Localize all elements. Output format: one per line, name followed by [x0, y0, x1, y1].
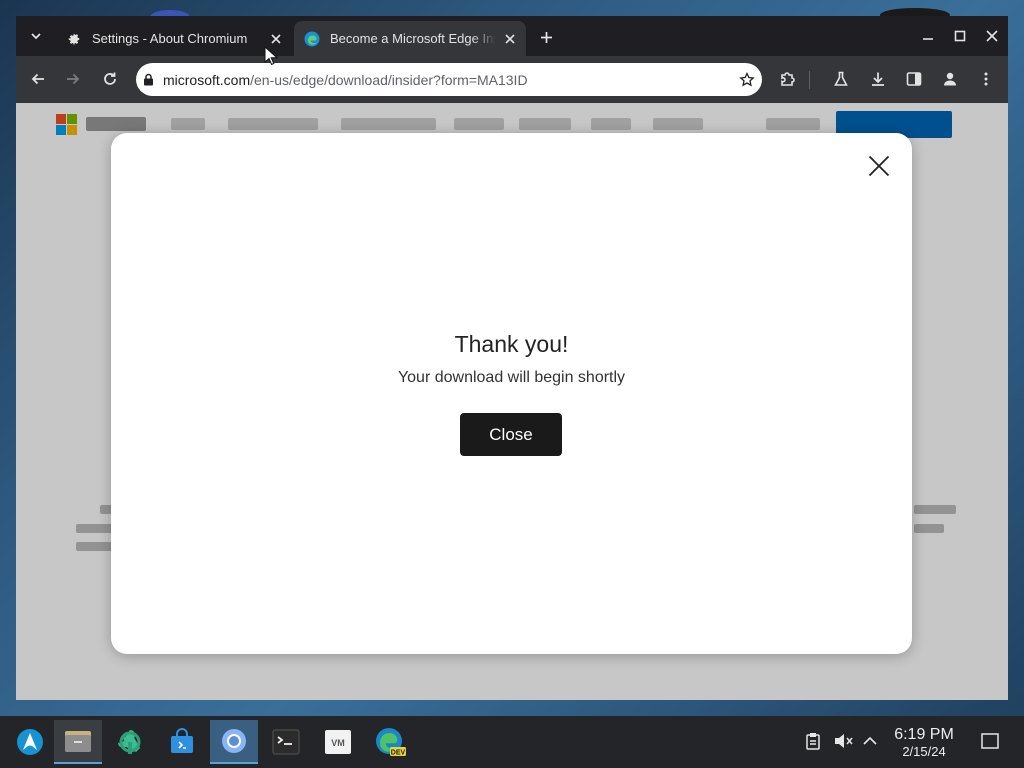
- taskbar-clock[interactable]: 6:19 PM 2/15/24: [884, 726, 964, 759]
- maximize-icon: [954, 30, 966, 42]
- dialog-close-icon[interactable]: [866, 153, 892, 179]
- minimize-button[interactable]: [916, 24, 940, 48]
- taskbar-files[interactable]: [54, 720, 102, 764]
- new-tab-button[interactable]: [534, 25, 558, 49]
- close-icon: [986, 30, 998, 42]
- extensions-button[interactable]: [775, 66, 801, 92]
- clock-time: 6:19 PM: [894, 726, 954, 743]
- back-button[interactable]: [25, 66, 51, 92]
- reload-button[interactable]: [97, 66, 123, 92]
- forward-button[interactable]: [60, 66, 86, 92]
- minimize-icon: [923, 38, 933, 40]
- show-desktop-icon[interactable]: [978, 729, 1002, 753]
- side-panel-icon: [906, 72, 922, 86]
- chromium-icon: [222, 729, 246, 753]
- profile-button[interactable]: [937, 66, 963, 92]
- labs-button[interactable]: [828, 66, 854, 92]
- url-host: microsoft.com: [163, 71, 251, 88]
- plus-icon: [540, 31, 552, 43]
- taskbar-app-store[interactable]: [158, 720, 206, 764]
- puzzle-icon: [781, 72, 795, 86]
- downloads-button[interactable]: [865, 66, 891, 92]
- address-bar[interactable]: microsoft.com/en-us/edge/download/inside…: [136, 63, 762, 96]
- menu-button[interactable]: [973, 66, 999, 92]
- taskbar-edge-dev[interactable]: DEV: [366, 720, 414, 764]
- side-panel-button[interactable]: [901, 66, 927, 92]
- clock-date: 2/15/24: [902, 744, 946, 759]
- download-thank-you-dialog: Thank you! Your download will begin shor…: [111, 133, 912, 654]
- app-launcher-button[interactable]: [6, 720, 54, 764]
- tab-edge-insider[interactable]: Become a Microsoft Edge Insider: [294, 21, 526, 56]
- wrench-icon: [118, 730, 141, 754]
- vmware-icon: VM: [325, 730, 351, 754]
- url-text: microsoft.com/en-us/edge/download/inside…: [163, 72, 528, 88]
- lock-icon: [143, 73, 157, 86]
- more-vertical-icon: [984, 72, 988, 86]
- clipboard-icon[interactable]: [801, 729, 825, 753]
- tab-title: Become a Microsoft Edge Insider: [330, 31, 496, 46]
- taskbar-terminal[interactable]: [262, 720, 310, 764]
- close-tab-icon[interactable]: [500, 29, 520, 49]
- svg-text:DEV: DEV: [391, 749, 406, 756]
- browser-window: Settings - About Chromium Become a Micro…: [16, 16, 1008, 700]
- tab-settings[interactable]: Settings - About Chromium: [56, 21, 292, 56]
- reload-icon: [104, 72, 116, 85]
- taskbar: VM DEV 6:19 PM 2/15/24: [0, 716, 1024, 768]
- download-icon: [872, 72, 884, 86]
- edge-icon: [304, 31, 320, 47]
- folder-icon: [65, 731, 91, 752]
- dialog-message: Your download will begin shortly: [397, 369, 626, 386]
- chevron-down-icon: [31, 33, 41, 40]
- arrow-right-icon: [67, 73, 80, 85]
- url-path: /en-us/edge/download/insider?form=MA13ID: [250, 71, 528, 88]
- browser-toolbar: microsoft.com/en-us/edge/download/inside…: [16, 56, 1008, 103]
- arrow-left-icon: [31, 73, 44, 85]
- toolbar-divider: [809, 71, 810, 89]
- terminal-icon: [272, 729, 300, 755]
- maximize-button[interactable]: [948, 24, 972, 48]
- taskbar-system-settings[interactable]: [106, 720, 154, 764]
- edge-dev-icon: DEV: [376, 728, 406, 756]
- person-icon: [944, 72, 956, 86]
- mouse-cursor: [264, 46, 278, 66]
- close-button[interactable]: Close: [460, 413, 562, 456]
- web-page: Thank you! Your download will begin shor…: [16, 103, 1008, 700]
- tab-title: Settings - About Chromium: [92, 31, 248, 46]
- taskbar-vmware[interactable]: VM: [314, 720, 362, 764]
- arch-logo-icon: [17, 729, 43, 755]
- tab-search-button[interactable]: [24, 24, 48, 48]
- bookmark-star-icon[interactable]: [736, 69, 758, 91]
- close-window-button[interactable]: [980, 24, 1004, 48]
- svg-text:VM: VM: [331, 738, 345, 748]
- volume-muted-icon[interactable]: [831, 729, 855, 753]
- gear-icon: [66, 31, 82, 47]
- flask-icon: [834, 71, 848, 86]
- dialog-title: Thank you!: [454, 331, 569, 357]
- chevron-up-icon[interactable]: [858, 729, 882, 753]
- taskbar-chromium[interactable]: [210, 720, 258, 764]
- store-bag-icon: [171, 728, 193, 753]
- tab-strip: Settings - About Chromium Become a Micro…: [16, 16, 1008, 56]
